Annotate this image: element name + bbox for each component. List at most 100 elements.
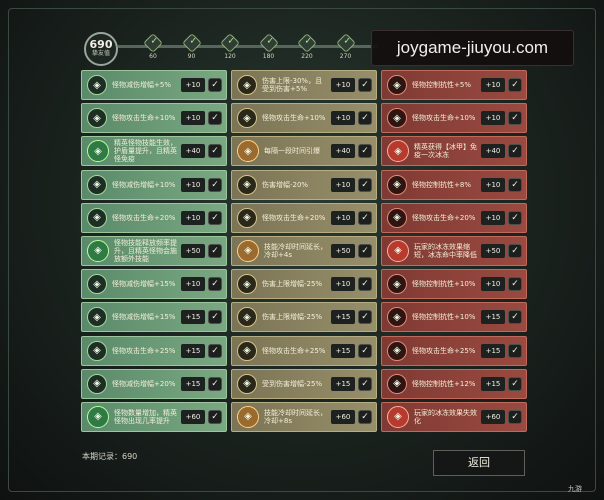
checkbox-checked-icon[interactable]: ✓ bbox=[208, 310, 222, 325]
modifier-card[interactable]: ◈ 怪物攻击生命+25% +15 ✓ bbox=[381, 335, 527, 366]
modifier-card[interactable]: ◈ 怪物控制抗性+12% +15 ✓ bbox=[381, 368, 527, 399]
modifier-card[interactable]: ◈ 怪物减伤增幅+20% +15 ✓ bbox=[81, 368, 227, 399]
modifier-label: 精英获得【冰甲】免疫一次冰冻 bbox=[414, 143, 477, 160]
modifier-card[interactable]: ◈ 怪物技能释放频率提升，且精英怪物会施放额外技能 +50 ✓ bbox=[81, 235, 227, 266]
checkbox-checked-icon[interactable]: ✓ bbox=[508, 111, 522, 126]
checkbox-checked-icon[interactable]: ✓ bbox=[208, 78, 222, 92]
milestone-marker: ✓ 180 bbox=[258, 33, 280, 60]
modifier-card[interactable]: ◈ 怪物攻击生命+20% +10 ✓ bbox=[231, 202, 377, 233]
modifier-card[interactable]: ◈ 怪物控制抗性+10% +10 ✓ bbox=[381, 269, 527, 300]
checkbox-checked-icon[interactable]: ✓ bbox=[358, 376, 372, 391]
checkbox-checked-icon[interactable]: ✓ bbox=[508, 376, 522, 391]
modifier-card[interactable]: ◈ 怪物减伤增幅+15% +10 ✓ bbox=[81, 269, 227, 300]
modifier-label: 怪物攻击生命+25% bbox=[412, 346, 476, 355]
checkbox-checked-icon[interactable]: ✓ bbox=[208, 177, 222, 192]
milestone-check-icon: ✓ bbox=[220, 33, 240, 53]
modifier-card[interactable]: ◈ 每隔一段时间引爆 +40 ✓ bbox=[231, 136, 377, 167]
checkbox-checked-icon[interactable]: ✓ bbox=[508, 409, 522, 424]
checkbox-checked-icon[interactable]: ✓ bbox=[358, 111, 372, 126]
modifier-card[interactable]: ◈ 怪物数量增加，精英怪物出现几率提升 +60 ✓ bbox=[81, 401, 227, 432]
modifier-points: +10 bbox=[331, 177, 355, 192]
modifier-label: 每隔一段时间引爆 bbox=[264, 147, 320, 156]
checkbox-checked-icon[interactable]: ✓ bbox=[508, 78, 522, 92]
modifier-card[interactable]: ◈ 怪物减伤增幅+10% +10 ✓ bbox=[81, 169, 227, 200]
checkbox-checked-icon[interactable]: ✓ bbox=[508, 343, 522, 358]
modifier-card[interactable]: ◈ 技能冷却时间延长，冷却+8s +60 ✓ bbox=[231, 401, 377, 432]
checkbox-checked-icon[interactable]: ✓ bbox=[208, 210, 222, 225]
modifier-label: 技能冷却时间延长，冷却+8s bbox=[264, 408, 327, 425]
modifier-card[interactable]: ◈ 受到伤害增幅-25% +15 ✓ bbox=[231, 368, 377, 399]
modifier-label: 怪物攻击生命+10% bbox=[112, 114, 176, 123]
modifier-label: 伤害上限-30%，且受到伤害+5% bbox=[262, 77, 323, 93]
checkbox-checked-icon[interactable]: ✓ bbox=[358, 144, 372, 159]
modifier-icon: ◈ bbox=[387, 307, 407, 328]
modifier-label: 怪物攻击生命+20% bbox=[412, 213, 476, 222]
modifier-points: +15 bbox=[181, 310, 205, 325]
checkbox-checked-icon[interactable]: ✓ bbox=[358, 210, 372, 225]
checkbox-checked-icon[interactable]: ✓ bbox=[358, 78, 372, 92]
modifier-card[interactable]: ◈ 怪物攻击生命+10% +10 ✓ bbox=[231, 103, 377, 134]
modifier-points: +10 bbox=[481, 210, 505, 225]
checkbox-checked-icon[interactable]: ✓ bbox=[208, 409, 222, 424]
modifier-card[interactable]: ◈ 伤害上限-30%，且受到伤害+5% +10 ✓ bbox=[231, 70, 377, 100]
milestone-check-icon: ✓ bbox=[335, 33, 356, 53]
modifier-card[interactable]: ◈ 怪物控制抗性+10% +15 ✓ bbox=[381, 302, 527, 333]
modifier-card[interactable]: ◈ 怪物控制抗性+8% +10 ✓ bbox=[381, 169, 527, 200]
modifier-card[interactable]: ◈ 伤害增幅-20% +10 ✓ bbox=[231, 169, 377, 200]
site-logo: 九游 bbox=[568, 485, 582, 493]
milestone-check-icon: ✓ bbox=[143, 33, 163, 53]
modifier-card[interactable]: ◈ 怪物攻击生命+25% +15 ✓ bbox=[81, 335, 227, 366]
modifier-card[interactable]: ◈ 怪物攻击生命+20% +10 ✓ bbox=[381, 202, 527, 233]
milestone-check-icon: ✓ bbox=[181, 33, 202, 53]
modifier-card[interactable]: ◈ 玩家的冰冻效果失效化 +60 ✓ bbox=[381, 401, 527, 432]
modifier-label: 精英怪物技能生效，护盾量提升，且精英怪免疫 bbox=[114, 139, 177, 164]
modifier-icon: ◈ bbox=[237, 174, 257, 195]
return-button[interactable]: 返回 bbox=[433, 450, 525, 476]
modifier-points: +15 bbox=[481, 376, 505, 391]
checkbox-checked-icon[interactable]: ✓ bbox=[358, 310, 372, 325]
checkbox-checked-icon[interactable]: ✓ bbox=[508, 277, 522, 292]
modifier-card[interactable]: ◈ 怪物减伤增幅+5% +10 ✓ bbox=[81, 70, 227, 100]
checkbox-checked-icon[interactable]: ✓ bbox=[208, 277, 222, 292]
checkbox-checked-icon[interactable]: ✓ bbox=[208, 144, 222, 159]
checkbox-checked-icon[interactable]: ✓ bbox=[508, 243, 522, 258]
modifier-card[interactable]: ◈ 精英怪物技能生效，护盾量提升，且精英怪免疫 +40 ✓ bbox=[81, 136, 227, 167]
checkbox-checked-icon[interactable]: ✓ bbox=[358, 277, 372, 292]
modifier-card[interactable]: ◈ 怪物攻击生命+10% +10 ✓ bbox=[381, 103, 527, 134]
checkbox-checked-icon[interactable]: ✓ bbox=[358, 343, 372, 358]
modifier-card[interactable]: ◈ 伤害上限增幅-25% +15 ✓ bbox=[231, 302, 377, 333]
modifier-label: 怪物攻击生命+20% bbox=[112, 213, 176, 222]
checkbox-checked-icon[interactable]: ✓ bbox=[508, 210, 522, 225]
modifier-icon: ◈ bbox=[87, 405, 109, 428]
checkbox-checked-icon[interactable]: ✓ bbox=[508, 177, 522, 192]
score-value: 690 bbox=[89, 38, 113, 51]
checkbox-checked-icon[interactable]: ✓ bbox=[358, 243, 372, 258]
checkbox-checked-icon[interactable]: ✓ bbox=[208, 111, 222, 126]
checkbox-checked-icon[interactable]: ✓ bbox=[508, 144, 522, 159]
checkbox-checked-icon[interactable]: ✓ bbox=[358, 409, 372, 424]
milestone-marker: ✓ 90 bbox=[181, 33, 203, 60]
modifier-icon: ◈ bbox=[237, 75, 257, 95]
checkbox-checked-icon[interactable]: ✓ bbox=[208, 343, 222, 358]
modifier-label: 怪物控制抗性+12% bbox=[412, 379, 476, 388]
checkbox-checked-icon[interactable]: ✓ bbox=[358, 177, 372, 192]
modifier-card[interactable]: ◈ 怪物攻击生命+10% +10 ✓ bbox=[81, 103, 227, 134]
modifier-label: 玩家的冰冻效果缩短，冰冻命中率降低 bbox=[414, 242, 477, 259]
modifier-label: 受到伤害增幅-25% bbox=[262, 379, 323, 388]
modifier-card[interactable]: ◈ 怪物攻击生命+20% +10 ✓ bbox=[81, 202, 227, 233]
modifier-card[interactable]: ◈ 精英获得【冰甲】免疫一次冰冻 +40 ✓ bbox=[381, 136, 527, 167]
modifier-card[interactable]: ◈ 怪物攻击生命+25% +15 ✓ bbox=[231, 335, 377, 366]
checkbox-checked-icon[interactable]: ✓ bbox=[208, 243, 222, 258]
modifier-icon: ◈ bbox=[387, 274, 407, 295]
modifier-card[interactable]: ◈ 怪物减伤增幅+15% +15 ✓ bbox=[81, 302, 227, 333]
milestone-marker: ✓ 270 bbox=[335, 33, 357, 60]
modifier-card[interactable]: ◈ 怪物控制抗性+5% +10 ✓ bbox=[381, 70, 527, 100]
modifier-icon: ◈ bbox=[237, 373, 257, 394]
checkbox-checked-icon[interactable]: ✓ bbox=[508, 310, 522, 325]
modifier-card[interactable]: ◈ 伤害上限增幅-25% +10 ✓ bbox=[231, 269, 377, 300]
modifier-card[interactable]: ◈ 玩家的冰冻效果缩短，冰冻命中率降低 +50 ✓ bbox=[381, 235, 527, 266]
modifier-points: +40 bbox=[481, 144, 505, 159]
modifier-card[interactable]: ◈ 技能冷却时间延长，冷却+4s +50 ✓ bbox=[231, 235, 377, 266]
checkbox-checked-icon[interactable]: ✓ bbox=[208, 376, 222, 391]
modifier-points: +50 bbox=[331, 243, 355, 258]
